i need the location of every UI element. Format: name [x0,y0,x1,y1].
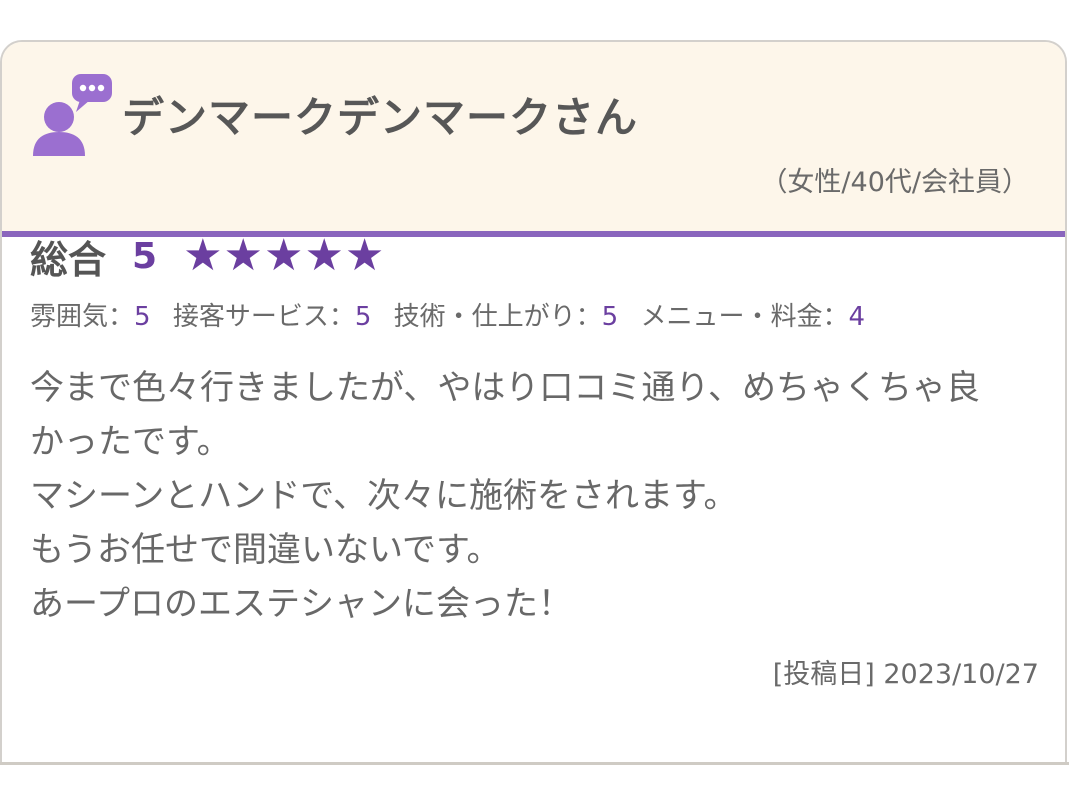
divider [0,762,1069,765]
sub-rating-label: メニュー・料金： [640,302,849,332]
star-icon: ★ [183,230,223,281]
sub-rating-atmosphere: 雰囲気：5 [30,302,151,332]
sub-ratings: 雰囲気：5 接客サービス：5 技術・仕上がり：5 メニュー・料金：4 [30,296,1039,333]
reviewer-name: デンマークデンマークさん [122,93,639,142]
sub-rating-value: 5 [601,302,619,332]
comment-line: マシーンとハンドで、次々に施術をされます。 [30,476,738,516]
star-icon: ★ [304,230,344,281]
overall-label: 総合 [30,237,107,282]
review-header: デンマークデンマークさん （女性/40代/会社員） [2,42,1065,237]
comment-line: かったです。 [30,422,231,462]
sub-rating-label: 雰囲気： [30,302,135,332]
star-icon: ★ [263,230,304,281]
sub-rating-label: 接客サービス： [172,302,355,332]
sub-rating-value: 4 [848,302,866,332]
sub-rating-technique: 技術・仕上がり：5 [394,302,619,332]
star-icon: ★ [223,230,263,281]
review-body: 総合 5 ★ ★ ★ ★ ★ 雰囲気：5 接客サービス：5 技術・仕上がり：5 … [30,228,1039,631]
star-icon: ★ [344,230,385,281]
comment-line: 今まで色々行きましたが、やはり口コミ通り、めちゃくちゃ良 [30,368,980,408]
sub-rating-service: 接客サービス：5 [173,302,372,332]
posted-date: [投稿日] 2023/10/27 [772,659,1039,690]
sub-rating-label: 技術・仕上がり： [393,302,602,332]
comment-line: もうお任せで間違いないです。 [30,530,501,570]
sub-rating-value: 5 [354,302,372,332]
sub-rating-value: 5 [134,302,151,332]
overall-score: 5 [132,235,158,277]
review-comment: 今まで色々行きましたが、やはり口コミ通り、めちゃくちゃ良 かったです。 マシーン… [30,361,1039,631]
comment-line: あープロのエステシャンに会った！ [30,584,572,624]
reviewer-meta: （女性/40代/会社員） [760,167,1029,198]
star-rating: ★ ★ ★ ★ ★ [183,234,385,278]
user-speech-bubble-icon [33,74,112,156]
sub-rating-price: メニュー・料金：4 [640,302,865,332]
overall-rating: 総合 5 ★ ★ ★ ★ ★ [30,228,1039,284]
